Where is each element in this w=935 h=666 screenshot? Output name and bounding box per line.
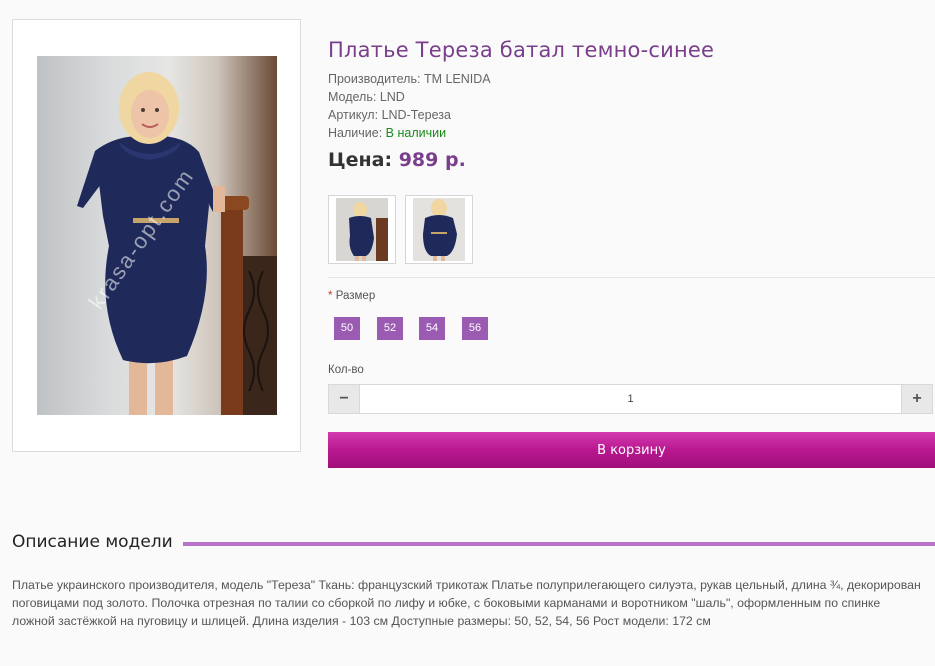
divider [328, 277, 935, 278]
size-option-56[interactable]: 56 [462, 317, 488, 340]
quantity-input[interactable] [360, 384, 901, 414]
add-to-cart-button[interactable]: В корзину [328, 432, 935, 468]
required-marker: * [328, 290, 333, 302]
description-heading: Описание модели [12, 532, 183, 552]
size-label-text: Размер [335, 290, 376, 302]
size-option-54[interactable]: 54 [419, 317, 445, 340]
manufacturer-row: Производитель: TM LENIDA [328, 72, 491, 86]
product-image-frame[interactable]: krasa-opt.com [12, 19, 301, 452]
sku-row: Артикул: LND-Тереза [328, 108, 451, 122]
size-label: * Размер [328, 290, 375, 302]
availability-label: Наличие: [328, 126, 383, 140]
thumbnail-1-image [336, 198, 388, 261]
thumbnail-2-image [413, 198, 465, 261]
manufacturer-value[interactable]: TM LENIDA [424, 72, 491, 86]
availability-value: В наличии [385, 126, 447, 140]
price-row: Цена: 989 р. [328, 149, 466, 171]
price-value: 989 р. [398, 149, 466, 171]
description-text: Платье украинского производителя, модель… [12, 578, 921, 628]
price-label: Цена: [328, 149, 393, 171]
quantity-increase-button[interactable]: + [901, 384, 933, 414]
quantity-decrease-button[interactable]: − [328, 384, 360, 414]
thumbnail-2[interactable] [405, 195, 473, 264]
availability-row: Наличие: В наличии [328, 126, 446, 140]
sku-value: LND-Тереза [381, 108, 451, 122]
description-heading-rule [176, 542, 935, 546]
thumbnail-1[interactable] [328, 195, 396, 264]
manufacturer-label: Производитель: [328, 72, 421, 86]
model-label: Модель: [328, 90, 377, 104]
model-row: Модель: LND [328, 90, 405, 104]
sku-label: Артикул: [328, 108, 379, 122]
size-option-50[interactable]: 50 [334, 317, 360, 340]
product-title: Платье Тереза батал темно-синее [328, 38, 715, 62]
product-main-image[interactable]: krasa-opt.com [37, 56, 277, 415]
quantity-label: Кол-во [328, 364, 364, 376]
size-option-52[interactable]: 52 [377, 317, 403, 340]
model-value: LND [379, 90, 405, 104]
